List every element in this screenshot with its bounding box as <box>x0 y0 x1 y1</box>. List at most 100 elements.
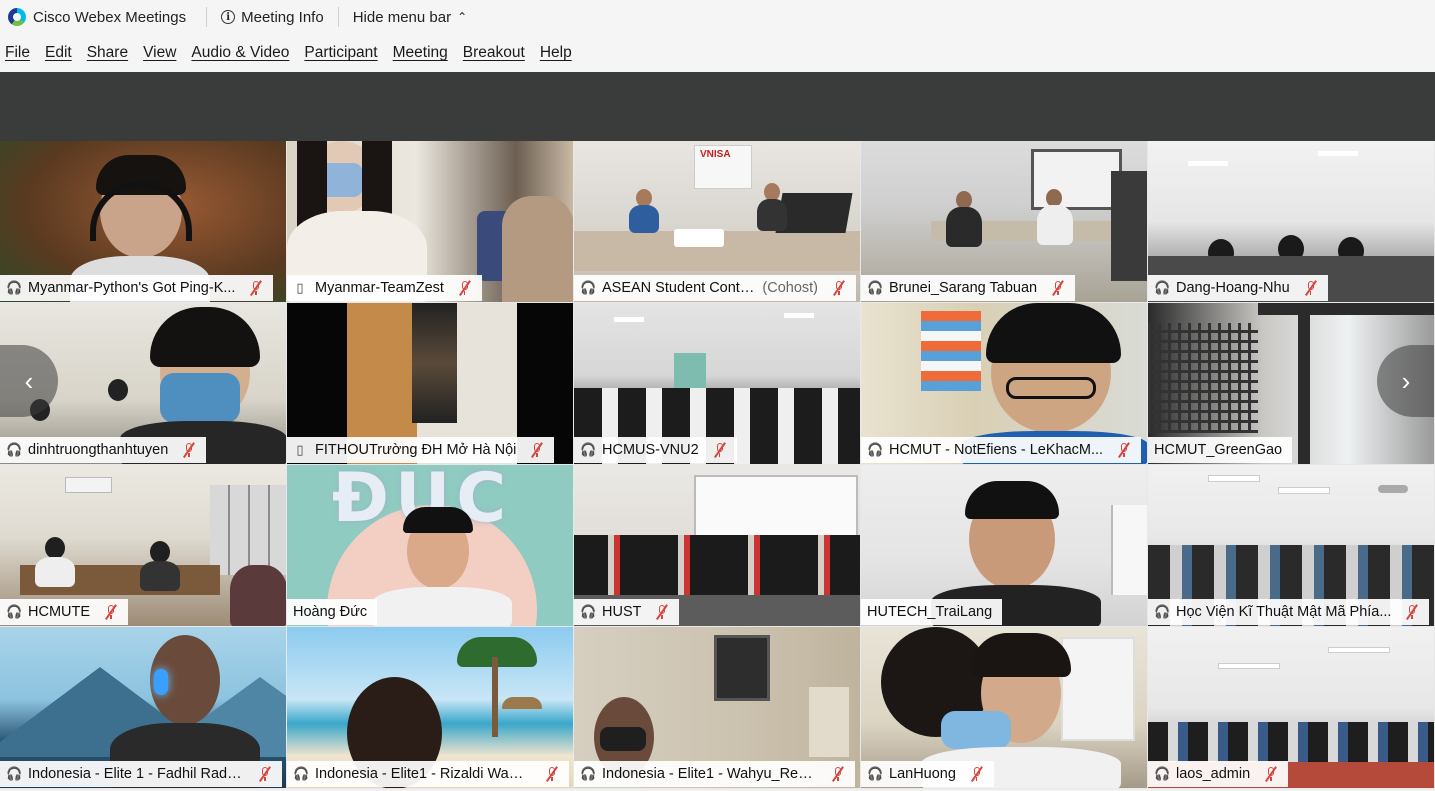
menu-file[interactable]: File <box>5 44 30 62</box>
mic-muted-icon[interactable] <box>1051 280 1065 296</box>
menu-view[interactable]: View <box>143 44 176 62</box>
face-mask <box>600 727 646 751</box>
participant-tile[interactable]: 🎧 HCMUT - NotEfiens - LeKhacM... <box>861 303 1148 465</box>
participant-tile[interactable]: 🎧 laos_admin <box>1148 627 1435 789</box>
participant-tile[interactable]: 🎧 HUST <box>574 465 861 627</box>
chevron-right-icon: › <box>1401 365 1411 396</box>
participant-tile[interactable]: ▯ FITHOUTrường ĐH Mở Hà Nội <box>287 303 574 465</box>
mic-muted-icon[interactable] <box>258 766 272 782</box>
participant-tile[interactable]: 🎧 Myanmar-Python's Got Ping-K... <box>0 141 287 303</box>
hair <box>986 303 1121 363</box>
mic-muted-icon[interactable] <box>530 442 544 458</box>
sign <box>65 477 112 493</box>
participant-tile[interactable]: ▯ Myanmar-TeamZest <box>287 141 574 303</box>
participant-name: ASEAN Student Conte... <box>602 280 755 296</box>
participant-name-label: 🎧 LanHuong <box>861 761 994 787</box>
hide-menu-bar-button[interactable]: Hide menu bar ⌃ <box>353 9 467 26</box>
menu-audio-video[interactable]: Audio & Video <box>191 44 289 62</box>
menu-edit[interactable]: Edit <box>45 44 72 62</box>
menu-bar: File Edit Share View Audio & Video Parti… <box>0 34 1435 72</box>
participant-name-label: 🎧 HCMUT - NotEfiens - LeKhacM... <box>861 437 1142 463</box>
headset-icon: 🎧 <box>867 280 884 295</box>
menu-share[interactable]: Share <box>87 44 128 62</box>
person-body <box>372 587 512 626</box>
mic-muted-icon[interactable] <box>1117 442 1131 458</box>
mic-muted-icon[interactable] <box>545 766 559 782</box>
headset-icon: 🎧 <box>6 766 23 781</box>
mic-muted-icon[interactable] <box>655 604 669 620</box>
participant-name-label: 🎧 HCMUS-VNU2 <box>574 437 737 463</box>
mic-muted-icon[interactable] <box>970 766 984 782</box>
wall-vent <box>809 687 849 757</box>
participant-name-label: ▯ FITHOUTrường ĐH Mở Hà Nội <box>287 437 555 463</box>
mic-muted-icon[interactable] <box>1405 604 1419 620</box>
vnisa-sign: VNISA <box>700 149 731 160</box>
meeting-info-label: Meeting Info <box>241 8 324 26</box>
participant-name: Brunei_Sarang Tabuan <box>889 280 1038 296</box>
participant-name: Myanmar-TeamZest <box>315 280 444 296</box>
headset-icon: 🎧 <box>1154 280 1171 295</box>
menu-breakout[interactable]: Breakout <box>463 44 525 62</box>
shelf <box>1111 171 1147 281</box>
headset-icon: 🎧 <box>293 766 310 781</box>
participant-tile[interactable]: 🎧 Indonesia - Elite1 - Rizaldi Wahaz <box>287 627 574 789</box>
menu-participant[interactable]: Participant <box>304 44 377 62</box>
participant-tile[interactable]: ‹ 🎧 dinhtruongthanhtuyen <box>0 303 287 465</box>
mic-muted-icon[interactable] <box>104 604 118 620</box>
mic-muted-icon[interactable] <box>458 280 472 296</box>
participant-tile[interactable]: HUTECH_TraiLang <box>861 465 1148 627</box>
headset-icon: 🎧 <box>1154 604 1171 619</box>
person-right <box>502 196 573 302</box>
mic-muted-icon[interactable] <box>831 766 845 782</box>
participant-tile[interactable]: ĐUC Hoàng Đức <box>287 465 574 627</box>
chevron-up-icon: ⌃ <box>457 10 468 24</box>
mic-muted-icon[interactable] <box>1264 766 1278 782</box>
participant-tile[interactable]: 🎧 Brunei_Sarang Tabuan <box>861 141 1148 303</box>
person-body <box>629 205 659 233</box>
participant-tile[interactable]: 🎧 Indonesia - Elite 1 - Fadhil Radit... <box>0 627 287 789</box>
participant-name-label: 🎧 Dang-Hoang-Nhu <box>1148 275 1328 301</box>
window <box>1061 637 1135 741</box>
headset-icon: 🎧 <box>580 766 597 781</box>
participant-tile[interactable]: 🎧 LanHuong <box>861 627 1148 789</box>
mic-muted-icon[interactable] <box>832 280 846 296</box>
participant-tile[interactable]: 🎧 Dang-Hoang-Nhu <box>1148 141 1435 303</box>
mic-muted-icon[interactable] <box>182 442 196 458</box>
headset-icon: 🎧 <box>867 766 884 781</box>
participant-name: HUTECH_TraiLang <box>867 604 993 620</box>
window-grille <box>1148 323 1258 433</box>
meeting-info-button[interactable]: i Meeting Info <box>221 9 324 26</box>
participant-tile[interactable]: 🎧 HCMUTE <box>0 465 287 627</box>
headset-icon: 🎧 <box>580 442 597 457</box>
headset-icon: 🎧 <box>6 280 23 295</box>
participant-name: HCMUTE <box>28 604 91 620</box>
ceiling-light <box>1188 161 1228 166</box>
participant-name: HUST <box>602 604 642 620</box>
participant-tile[interactable]: 🎧 Indonesia - Elite1 - Wahyu_Ren... <box>574 627 861 789</box>
person-body <box>35 557 75 587</box>
meeting-toolbar-area <box>0 72 1435 141</box>
participant-tile[interactable]: › HCMUT_GreenGao <box>1148 303 1435 465</box>
participant-tile[interactable]: VNISA 🎧 ASEAN Student Conte... (Cohost) <box>574 141 861 303</box>
umbrella <box>502 697 542 709</box>
participant-name-label: 🎧 dinhtruongthanhtuyen <box>0 437 207 463</box>
ceiling-light <box>1328 647 1390 653</box>
participant-name-label: Hoàng Đức <box>287 599 378 625</box>
menu-help[interactable]: Help <box>540 44 572 62</box>
mic-muted-icon[interactable] <box>713 442 727 458</box>
participant-tile[interactable]: 🎧 HCMUS-VNU2 <box>574 303 861 465</box>
headset-icon: 🎧 <box>580 604 597 619</box>
title-bar: Cisco Webex Meetings i Meeting Info Hide… <box>0 0 1435 34</box>
participant-name: LanHuong <box>889 766 956 782</box>
menu-meeting[interactable]: Meeting <box>393 44 448 62</box>
mic-muted-icon[interactable] <box>249 280 263 296</box>
headset-icon: 🎧 <box>867 442 884 457</box>
participant-name-label: HCMUT_GreenGao <box>1148 437 1293 463</box>
participant-tile[interactable]: 🎧 Học Viện Kĩ Thuật Mật Mã Phía... <box>1148 465 1435 627</box>
person-head <box>45 537 65 559</box>
whiteboard <box>1111 505 1147 595</box>
hair <box>971 633 1071 677</box>
mic-muted-icon[interactable] <box>1304 280 1318 296</box>
glasses <box>1006 377 1096 399</box>
hide-menu-label: Hide menu bar <box>352 8 452 26</box>
